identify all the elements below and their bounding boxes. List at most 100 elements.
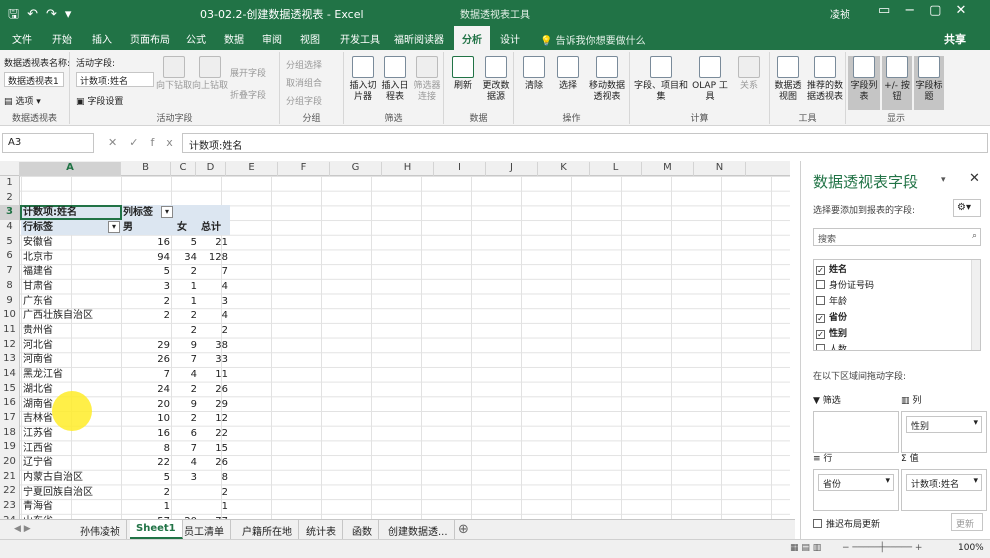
pivot-value-female[interactable]: 6 xyxy=(172,427,197,441)
pivot-value-male[interactable]: 2 xyxy=(122,486,170,500)
pivot-row-label[interactable]: 行标签 xyxy=(23,221,53,235)
row-header[interactable]: 21 xyxy=(0,470,19,485)
row-header[interactable]: 23 xyxy=(0,499,19,514)
tell-me-search[interactable]: 💡 告诉我你想要做什么 xyxy=(540,32,646,47)
pivot-row-name[interactable]: 广东省 xyxy=(23,295,53,309)
pivot-value-male[interactable]: 16 xyxy=(122,427,170,441)
pivot-row-name[interactable]: 江苏省 xyxy=(23,427,53,441)
values-area[interactable]: Σ 值计数项:姓名 xyxy=(901,451,987,511)
pivot-chart-button[interactable]: 数据透视图 xyxy=(772,56,804,103)
pivot-value-male[interactable] xyxy=(122,324,170,338)
move-pivot-button[interactable]: 移动数据透视表 xyxy=(586,56,628,103)
pivot-row-name[interactable]: 河南省 xyxy=(23,353,53,367)
user-name[interactable]: 凌祯 xyxy=(830,6,850,21)
fields-items-button[interactable]: 字段、项目和集 xyxy=(634,56,688,103)
columns-area[interactable]: ▥ 列性别 xyxy=(901,393,987,453)
pivot-value-total[interactable]: 12 xyxy=(198,412,228,426)
share-button[interactable]: 共享 xyxy=(944,31,966,47)
filters-area[interactable]: ▼ 筛选 xyxy=(813,393,899,453)
pivot-value-total[interactable]: 4 xyxy=(198,280,228,294)
expand-field-button[interactable]: 展开字段 xyxy=(230,66,266,79)
pivot-value-total[interactable]: 38 xyxy=(198,339,228,353)
relationships-button[interactable]: 关系 xyxy=(732,56,766,92)
pivot-value-male[interactable]: 5 xyxy=(122,265,170,279)
pivot-value-male[interactable]: 5 xyxy=(122,471,170,485)
checkbox-icon[interactable]: ✓ xyxy=(816,266,825,275)
row-header[interactable]: 10 xyxy=(0,308,19,323)
tab-analyze[interactable]: 分析 xyxy=(454,26,490,50)
select-button[interactable]: 选择 xyxy=(552,56,584,92)
row-header[interactable]: 4 xyxy=(0,220,19,235)
tab-foxit[interactable]: 福昕阅读器 xyxy=(394,31,444,46)
pivot-value-total[interactable]: 15 xyxy=(198,442,228,456)
field-item[interactable]: ✓ 省份 xyxy=(816,311,847,325)
pivot-row-name[interactable]: 辽宁省 xyxy=(23,456,53,470)
window-controls[interactable]: ▭−▢✕ xyxy=(878,3,980,18)
pivot-value-female[interactable]: 3 xyxy=(172,471,197,485)
pivot-value-total[interactable]: 8 xyxy=(198,471,228,485)
select-all-corner[interactable] xyxy=(0,162,20,176)
pivot-value-male[interactable]: 1 xyxy=(122,500,170,514)
row-header[interactable]: 3 xyxy=(0,205,19,221)
insert-timeline-button[interactable]: 插入日程表 xyxy=(380,56,410,103)
row-header[interactable]: 19 xyxy=(0,440,19,455)
pivot-row-name[interactable]: 黑龙江省 xyxy=(23,368,63,382)
pivot-value-male[interactable]: 29 xyxy=(122,339,170,353)
refresh-button[interactable]: 刷新 xyxy=(448,56,478,92)
row-header[interactable]: 6 xyxy=(0,249,19,264)
column-header[interactable]: H xyxy=(382,162,434,176)
recommended-pivot-button[interactable]: 推荐的数据透视表 xyxy=(806,56,844,103)
sheet-tab[interactable]: 创建数据透... xyxy=(382,520,455,539)
field-item[interactable]: 年龄 xyxy=(816,295,847,309)
pivot-row-name[interactable]: 河北省 xyxy=(23,339,53,353)
pivot-header-female[interactable]: 女 xyxy=(177,221,187,235)
pivot-value-female[interactable]: 34 xyxy=(172,251,197,265)
filters-dropzone[interactable] xyxy=(813,411,899,453)
formula-buttons[interactable]: ✕✓fx xyxy=(108,136,185,149)
rows-dropzone[interactable]: 省份 xyxy=(813,469,899,511)
zoom-slider[interactable]: − ─────┼───── + xyxy=(842,543,922,553)
pivot-row-name[interactable]: 安徽省 xyxy=(23,236,53,250)
row-header[interactable]: 18 xyxy=(0,426,19,441)
column-header[interactable]: L xyxy=(590,162,642,176)
pivot-header-total[interactable]: 总计 xyxy=(201,221,221,235)
field-search-input[interactable]: 搜索 ⌕ xyxy=(813,228,981,246)
pivot-value-female[interactable]: 5 xyxy=(172,236,197,250)
sheet-nav-arrows[interactable]: ◀ ▶ xyxy=(14,524,31,534)
pivot-value-male[interactable]: 2 xyxy=(122,295,170,309)
pivot-value-total[interactable]: 26 xyxy=(198,383,228,397)
name-box[interactable]: A3 xyxy=(2,133,94,153)
sheet-tab[interactable]: 函数 xyxy=(346,520,379,539)
pivot-value-male[interactable]: 22 xyxy=(122,456,170,470)
tab-formulas[interactable]: 公式 xyxy=(186,31,206,46)
row-header[interactable]: 12 xyxy=(0,338,19,353)
column-header[interactable]: F xyxy=(278,162,330,176)
column-header[interactable]: I xyxy=(434,162,486,176)
pivot-row-name[interactable]: 北京市 xyxy=(23,251,53,265)
row-header[interactable]: 5 xyxy=(0,235,19,250)
drill-up-button[interactable]: 向上钻取 xyxy=(192,56,228,92)
checkbox-icon[interactable]: ✓ xyxy=(816,330,825,339)
pivot-value-female[interactable] xyxy=(172,500,197,514)
checkbox-icon[interactable] xyxy=(816,344,825,350)
row-header[interactable]: 9 xyxy=(0,294,19,309)
defer-update-checkbox[interactable]: 推迟布局更新 xyxy=(813,517,880,530)
tab-data[interactable]: 数据 xyxy=(224,31,244,46)
pivot-value-female[interactable]: 9 xyxy=(172,398,197,412)
row-header[interactable]: 11 xyxy=(0,323,19,338)
sheet-tab-active[interactable]: Sheet1 xyxy=(130,520,183,539)
tab-design[interactable]: 设计 xyxy=(500,31,520,46)
pivot-value-total[interactable]: 7 xyxy=(198,265,228,279)
column-header[interactable]: E xyxy=(226,162,278,176)
pivot-value-female[interactable]: 4 xyxy=(172,368,197,382)
pivot-row-name[interactable]: 青海省 xyxy=(23,500,53,514)
row-header[interactable]: 7 xyxy=(0,264,19,279)
column-header[interactable]: J xyxy=(486,162,538,176)
pivot-row-name[interactable]: 内蒙古自治区 xyxy=(23,471,83,485)
column-header[interactable]: K xyxy=(538,162,590,176)
pivot-value-male[interactable]: 16 xyxy=(122,236,170,250)
pivot-value-total[interactable]: 26 xyxy=(198,456,228,470)
filter-connections-button[interactable]: 筛选器连接 xyxy=(412,56,442,103)
row-header[interactable]: 22 xyxy=(0,484,19,499)
pivot-value-total[interactable]: 128 xyxy=(198,251,228,265)
